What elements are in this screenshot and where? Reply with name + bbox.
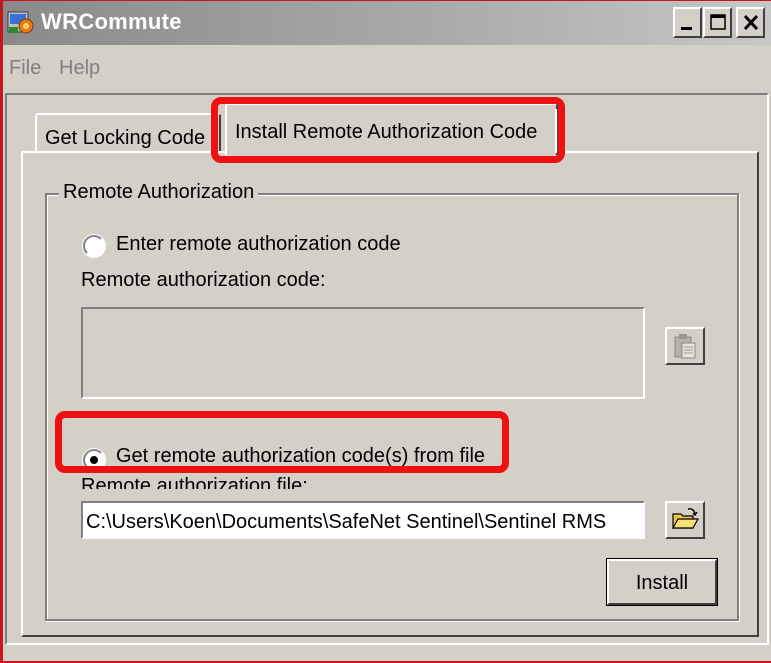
close-button[interactable] xyxy=(736,7,765,38)
authorization-file-input[interactable]: C:\Users\Koen\Documents\SafeNet Sentinel… xyxy=(81,501,645,539)
group-title: Remote Authorization xyxy=(59,181,259,204)
minimize-button[interactable] xyxy=(673,7,702,38)
code-label: Remote authorization code: xyxy=(81,269,326,291)
maximize-icon xyxy=(710,14,726,30)
tab-install-remote-authorization-code[interactable]: Install Remote Authorization Code xyxy=(225,103,558,155)
authorization-code-textarea[interactable] xyxy=(81,307,645,399)
app-window: WRCommute File Help Get Locking Code Ins… xyxy=(0,0,771,663)
enter-code-label[interactable]: Enter remote authorization code xyxy=(116,233,401,256)
browse-button[interactable] xyxy=(665,501,705,539)
file-option-label[interactable]: Get remote authorization code(s) from fi… xyxy=(116,445,485,468)
paste-clipboard-icon xyxy=(674,334,696,359)
window-title: WRCommute xyxy=(41,9,182,34)
tab-get-locking-code[interactable]: Get Locking Code xyxy=(35,113,221,153)
remote-authorization-group: Remote Authorization Enter remote author… xyxy=(45,181,739,621)
client-area: Get Locking Code Install Remote Authoriz… xyxy=(5,93,769,645)
menu-bar: File Help xyxy=(3,45,771,89)
paste-button[interactable] xyxy=(665,327,705,365)
close-icon xyxy=(743,14,759,31)
maximize-button[interactable] xyxy=(703,7,732,38)
title-bar[interactable]: WRCommute xyxy=(3,1,771,45)
file-label: Remote authorization file: xyxy=(81,475,308,489)
install-button[interactable]: Install xyxy=(606,558,718,606)
minimize-icon xyxy=(681,27,692,30)
wrcommute-app-icon[interactable] xyxy=(7,9,35,37)
tab-scroll-edge xyxy=(555,109,564,153)
open-folder-icon xyxy=(671,508,700,529)
radio-selected-dot xyxy=(90,456,98,464)
menu-file[interactable]: File xyxy=(9,57,41,80)
menu-help[interactable]: Help xyxy=(59,57,100,80)
enter-code-radio[interactable] xyxy=(83,235,105,257)
tab-panel: Remote Authorization Enter remote author… xyxy=(21,151,759,637)
file-option-radio[interactable] xyxy=(83,449,105,471)
